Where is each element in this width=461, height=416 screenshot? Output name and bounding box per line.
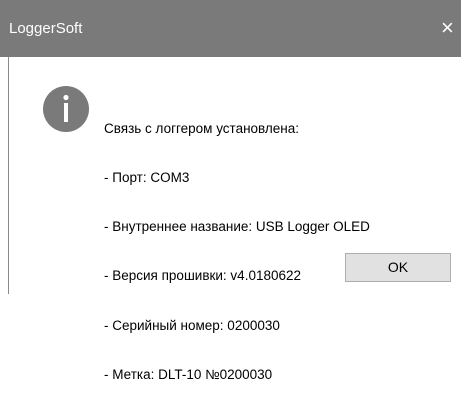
message-line: - Метка: DLT-10 №0200030 [104, 366, 273, 382]
ok-button[interactable]: OK [345, 253, 451, 282]
message-dialog: LoggerSoft × Связь с логгером установлен… [0, 0, 461, 382]
window-title: LoggerSoft [9, 20, 83, 37]
message-line: - Внутреннее название: USB Logger OLED [104, 219, 370, 235]
message-line: - Версия прошивки: v4.0180622 [104, 268, 302, 284]
close-button[interactable]: × [441, 12, 461, 44]
info-icon [43, 86, 89, 132]
message-text: Связь с логгером установлена: - Порт: CO… [104, 88, 370, 416]
title-bar[interactable]: LoggerSoft × [0, 0, 461, 57]
message-line: - Серийный номер: 0200030 [104, 317, 280, 333]
message-line: Связь с логгером установлена: [104, 120, 300, 136]
window-border [8, 57, 9, 294]
message-line: - Порт: COM3 [104, 170, 190, 186]
